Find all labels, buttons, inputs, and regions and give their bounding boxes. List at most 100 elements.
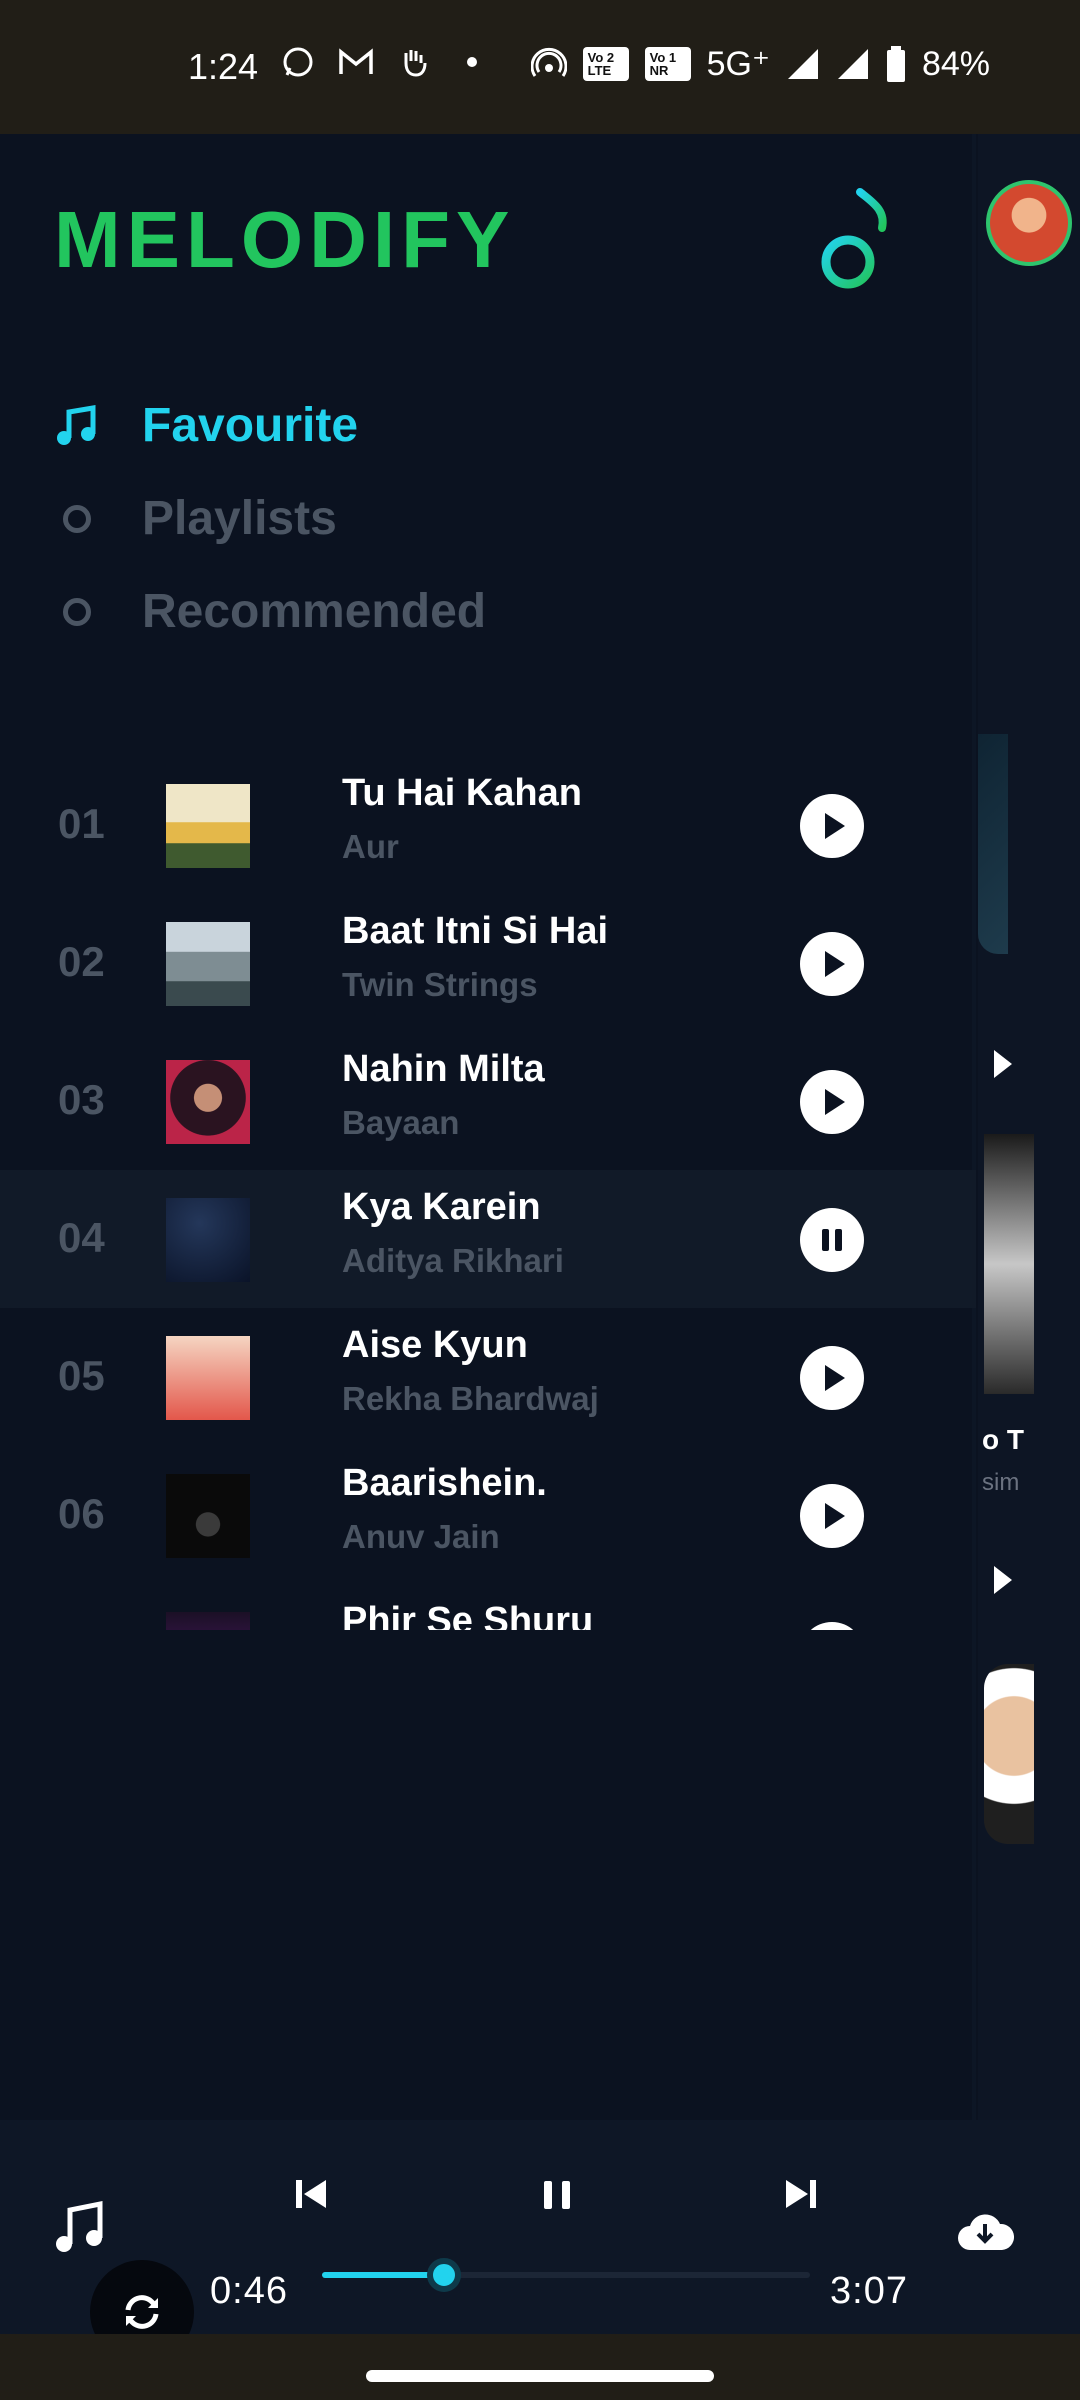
song-title: Kya Karein — [342, 1186, 541, 1228]
play-icon — [825, 1089, 845, 1115]
song-title: Nahin Milta — [342, 1048, 545, 1090]
peek-subtitle: sim — [982, 1469, 1020, 1496]
song-title: Tu Hai Kahan — [342, 772, 582, 814]
play-icon — [825, 951, 845, 977]
song-artist: Aur — [342, 828, 399, 865]
hotspot-icon — [530, 47, 567, 77]
avatar[interactable] — [986, 180, 1072, 266]
pause-button[interactable] — [800, 1208, 864, 1272]
nav-label: Favourite — [142, 399, 359, 452]
album-thumbnail — [166, 1060, 250, 1144]
download-cloud-icon[interactable] — [956, 2212, 1014, 2252]
home-handle[interactable] — [366, 2370, 714, 2382]
song-number: 03 — [58, 1076, 105, 1123]
album-thumbnail — [166, 784, 250, 868]
song-number: 05 — [58, 1352, 105, 1399]
album-thumbnail — [166, 1198, 250, 1282]
song-row[interactable]: 07 Phir Se Shuru — [0, 1584, 976, 1630]
play-button[interactable] — [800, 1484, 864, 1548]
play-button[interactable] — [800, 794, 864, 858]
song-artist: Twin Strings — [342, 966, 538, 1003]
nav-label: Recommended — [142, 585, 487, 638]
play-icon — [825, 1503, 845, 1529]
play-button[interactable] — [800, 1622, 864, 1630]
hand-icon — [396, 44, 432, 80]
current-time: 0:46 — [210, 2270, 288, 2312]
next-button[interactable] — [782, 2176, 818, 2212]
song-number: 02 — [58, 938, 105, 985]
play-arrow-icon[interactable] — [994, 1050, 1012, 1078]
seek-handle[interactable] — [427, 2258, 461, 2292]
repeat-icon — [125, 2295, 159, 2329]
song-artist: Rekha Bhardwaj — [342, 1380, 599, 1417]
song-list[interactable]: 01 Tu Hai Kahan Aur 02 Baat Itni Si Hai … — [0, 756, 976, 1630]
song-row[interactable]: 03 Nahin Milta Bayaan — [0, 1032, 976, 1170]
status-bar: 1:24 Vo 2 LTE Vo 1 NR 5G⁺ 84% — [0, 0, 1080, 134]
status-right: Vo 2 LTE Vo 1 NR 5G⁺ 84% — [530, 44, 990, 84]
nav-item-playlists[interactable]: Playlists — [54, 472, 486, 565]
play-button[interactable] — [800, 1070, 864, 1134]
drawer-nav: Favourite Playlists Recommended — [54, 379, 486, 658]
previous-button[interactable] — [294, 2176, 330, 2212]
peek-title: o T — [982, 1424, 1024, 1455]
play-button[interactable] — [800, 932, 864, 996]
song-artist: Aditya Rikhari — [342, 1242, 564, 1279]
song-row[interactable]: 06 Baarishein. Anuv Jain — [0, 1446, 976, 1584]
play-arrow-icon[interactable] — [994, 1566, 1012, 1594]
album-art — [984, 1134, 1034, 1394]
nav-item-recommended[interactable]: Recommended — [54, 565, 486, 658]
seek-bar[interactable] — [322, 2258, 810, 2292]
song-title: Baat Itni Si Hai — [342, 910, 609, 952]
signal-icon-2 — [837, 49, 868, 79]
gesture-bar — [0, 2334, 1080, 2400]
song-number: 01 — [58, 800, 105, 847]
play-icon — [825, 1365, 845, 1391]
song-title: Aise Kyun — [342, 1324, 528, 1366]
song-artist: Anuv Jain — [342, 1518, 500, 1555]
play-icon — [825, 813, 845, 839]
music-note-icon[interactable] — [52, 2198, 110, 2256]
song-title: Phir Se Shuru — [342, 1600, 594, 1630]
song-number: 07 — [58, 1628, 105, 1630]
song-number: 04 — [58, 1214, 105, 1261]
album-art — [978, 734, 1008, 954]
total-time: 3:07 — [830, 2270, 908, 2312]
play-button[interactable] — [800, 1346, 864, 1410]
status-time: 1:24 — [188, 46, 259, 87]
sim2-badge: Vo 1 NR — [644, 47, 691, 81]
album-thumbnail — [166, 1474, 250, 1558]
album-thumbnail — [166, 1612, 250, 1630]
nav-label: Playlists — [142, 492, 337, 545]
music-note-icon — [54, 403, 100, 449]
song-row[interactable]: 05 Aise Kyun Rekha Bhardwaj — [0, 1308, 976, 1446]
whatsapp-icon — [280, 44, 316, 80]
pause-icon — [822, 1229, 842, 1251]
app-brand: MELODIFY — [54, 195, 516, 284]
notification-icons — [280, 44, 490, 80]
circle-icon — [54, 589, 100, 635]
album-thumbnail — [166, 1336, 250, 1420]
music-logo-icon — [821, 187, 887, 289]
battery-percent: 84% — [921, 44, 990, 83]
sim1-badge: Vo 2 LTE — [582, 47, 629, 81]
song-artist: Bayaan — [342, 1104, 460, 1141]
album-art — [984, 1664, 1034, 1844]
battery-icon — [886, 46, 905, 82]
background-screen-peek: o T sim — [978, 134, 1080, 2334]
song-row[interactable]: 01 Tu Hai Kahan Aur — [0, 756, 976, 894]
song-row-current[interactable]: 04 Kya Karein Aditya Rikhari — [0, 1170, 976, 1308]
song-row[interactable]: 02 Baat Itni Si Hai Twin Strings — [0, 894, 976, 1032]
song-number: 06 — [58, 1490, 105, 1537]
nav-item-favourite[interactable]: Favourite — [54, 379, 486, 472]
signal-icon — [787, 49, 818, 79]
dot-icon — [454, 44, 490, 80]
gmail-icon — [338, 44, 374, 80]
song-title: Baarishein. — [342, 1462, 547, 1504]
mini-player: 0:46 3:07 — [0, 2120, 1080, 2364]
network-type: 5G⁺ — [706, 45, 770, 83]
pause-button[interactable] — [540, 2178, 574, 2212]
navigation-drawer: MELODIFY Favourite Playlists Recommended… — [0, 134, 976, 2334]
album-thumbnail — [166, 922, 250, 1006]
seek-progress — [322, 2272, 444, 2278]
circle-icon — [54, 496, 100, 542]
